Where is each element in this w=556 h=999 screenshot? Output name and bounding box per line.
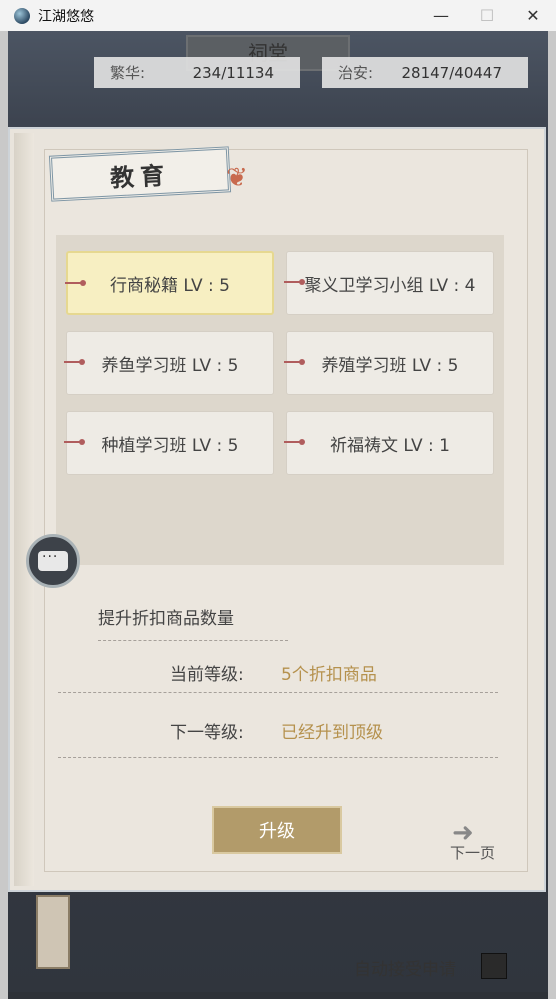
prosperity-label: 繁华: bbox=[110, 64, 146, 82]
pin-icon bbox=[64, 359, 85, 365]
divider bbox=[58, 757, 498, 758]
window-right-edge bbox=[548, 31, 556, 999]
skill-label: 祈福祷文 LV : 1 bbox=[330, 435, 450, 456]
lantern-decoration bbox=[36, 895, 70, 969]
skill-card-guard-study[interactable]: 聚义卫学习小组 LV : 4 bbox=[284, 251, 494, 315]
next-level-value: 已经升到顶级 bbox=[281, 723, 383, 743]
upgrade-button[interactable]: 升级 bbox=[212, 806, 342, 854]
next-level-label: 下一等级: bbox=[170, 723, 244, 743]
skill-card-planting[interactable]: 种植学习班 LV : 5 bbox=[64, 411, 274, 475]
security-label: 治安: bbox=[338, 64, 374, 82]
close-button[interactable]: ✕ bbox=[510, 0, 556, 31]
window-title: 江湖悠悠 bbox=[38, 8, 94, 25]
pin-icon bbox=[65, 280, 86, 286]
maximize-button: ☐ bbox=[479, 6, 495, 25]
skill-label: 聚义卫学习小组 LV : 4 bbox=[304, 275, 476, 296]
pin-icon bbox=[284, 359, 305, 365]
window-left-edge bbox=[0, 31, 8, 999]
skill-label: 养鱼学习班 LV : 5 bbox=[101, 355, 239, 376]
window-titlebar: 江湖悠悠 — ☐ ✕ bbox=[0, 0, 556, 31]
section-title: 教育 bbox=[109, 159, 171, 193]
skill-card-prayer[interactable]: 祈福祷文 LV : 1 bbox=[284, 411, 494, 475]
app-icon bbox=[14, 7, 30, 24]
current-level-label: 当前等级: bbox=[170, 665, 244, 685]
pin-icon bbox=[284, 279, 305, 285]
chat-icon bbox=[38, 549, 68, 571]
skill-label: 行商秘籍 LV : 5 bbox=[110, 275, 230, 296]
current-level-value: 5个折扣商品 bbox=[281, 665, 377, 685]
book-spine bbox=[14, 133, 34, 886]
divider bbox=[58, 692, 498, 693]
education-panel: 教育 ❦ 行商秘籍 LV : 5 聚义卫学习小组 LV : 4 养鱼学习班 LV… bbox=[8, 127, 546, 892]
divider bbox=[98, 640, 288, 641]
next-page-button[interactable]: 下一页 bbox=[450, 842, 495, 863]
skills-grid: 行商秘籍 LV : 5 聚义卫学习小组 LV : 4 养鱼学习班 LV : 5 … bbox=[56, 235, 504, 565]
auto-accept-checkbox[interactable] bbox=[481, 953, 507, 979]
skill-card-fish-farming[interactable]: 养鱼学习班 LV : 5 bbox=[64, 331, 274, 395]
pin-icon bbox=[64, 439, 85, 445]
skill-card-breeding[interactable]: 养殖学习班 LV : 5 bbox=[284, 331, 494, 395]
ornament-icon: ❦ bbox=[226, 163, 248, 193]
prosperity-stat: 繁华: 234/11134 bbox=[94, 57, 300, 88]
skill-description: 提升折扣商品数量 bbox=[98, 609, 234, 629]
auto-accept-label: 自动接受申请 bbox=[354, 960, 456, 980]
pin-icon bbox=[284, 439, 305, 445]
prosperity-value: 234/11134 bbox=[192, 63, 274, 82]
security-stat: 治安: 28147/40447 bbox=[322, 57, 528, 88]
chat-button[interactable] bbox=[26, 534, 80, 588]
skill-card-trade-secrets[interactable]: 行商秘籍 LV : 5 bbox=[65, 251, 274, 315]
section-tag: 教育 bbox=[48, 146, 232, 202]
security-value: 28147/40447 bbox=[401, 63, 503, 82]
skill-label: 养殖学习班 LV : 5 bbox=[321, 355, 459, 376]
skill-label: 种植学习班 LV : 5 bbox=[101, 435, 239, 456]
minimize-button[interactable]: — bbox=[418, 0, 464, 31]
